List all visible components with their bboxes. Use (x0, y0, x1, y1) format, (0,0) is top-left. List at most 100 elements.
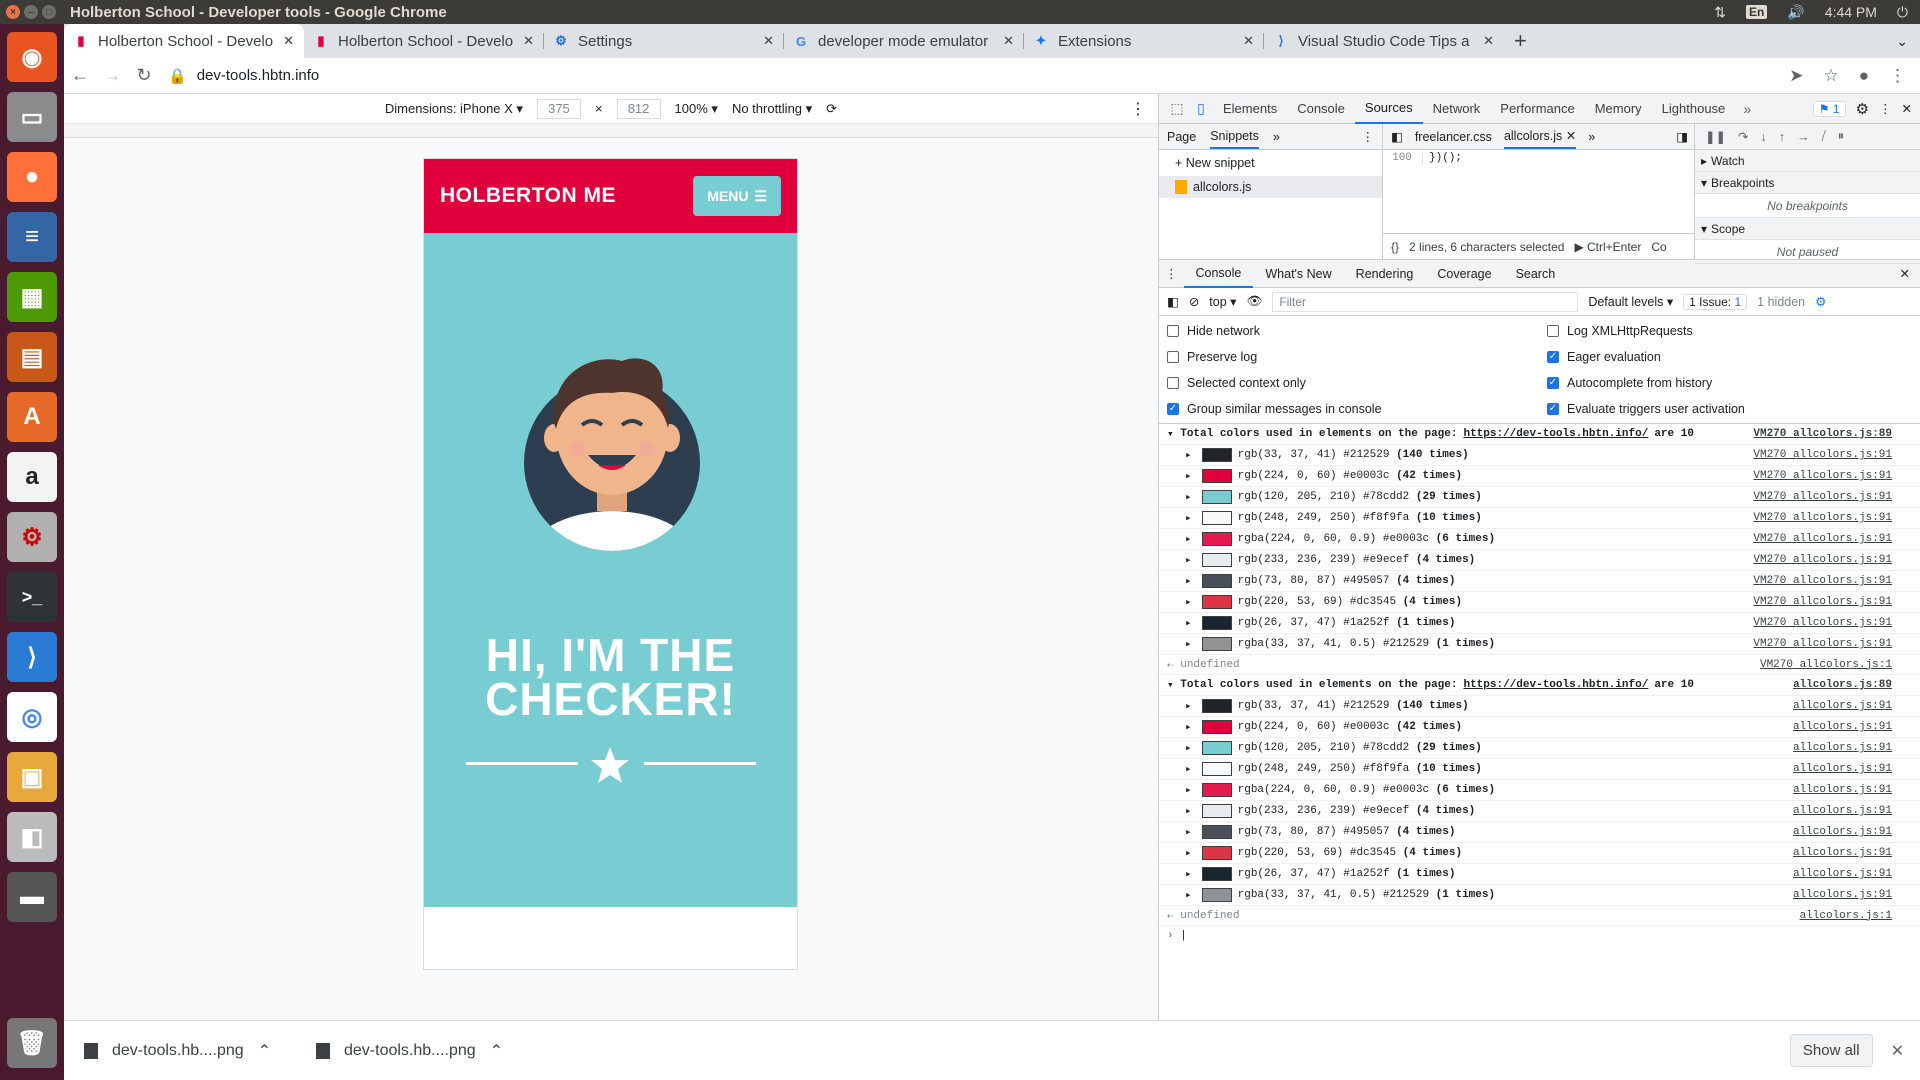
color-log-row[interactable]: ▸ rgba(224, 0, 60, 0.9) #e0003c (6 times)… (1159, 529, 1920, 550)
close-drawer-icon[interactable]: ✕ (1900, 266, 1910, 281)
system-settings-icon[interactable]: ⚙ (7, 512, 57, 562)
expand-arrow-icon[interactable]: ▸ (1185, 762, 1192, 776)
editor-tab-freelancer[interactable]: freelancer.css (1415, 130, 1492, 144)
expand-arrow-icon[interactable]: ▸ (1185, 699, 1192, 713)
firefox-icon[interactable]: ● (7, 152, 57, 202)
color-log-row[interactable]: ▸ rgb(224, 0, 60) #e0003c (42 times) allco… (1159, 717, 1920, 738)
expand-arrow-icon[interactable]: ▾ (1167, 678, 1180, 692)
source-link[interactable]: VM270 allcolors.js:91 (1753, 638, 1892, 650)
console-group-header[interactable]: ▾ Total colors used in elements on the p… (1159, 424, 1920, 445)
live-expression-icon[interactable]: 👁 (1246, 294, 1262, 309)
screenshot-icon[interactable]: ◧ (7, 812, 57, 862)
tab-elements[interactable]: Elements (1213, 94, 1287, 124)
tab-holberton-1[interactable]: ▮ Holberton School - Develo ✕ (64, 24, 304, 58)
new-snippet-button[interactable]: + New snippet (1159, 150, 1382, 176)
reload-icon[interactable]: ↻ (128, 65, 160, 86)
close-tab-icon[interactable]: ✕ (283, 33, 294, 49)
drawer-tab-whats-new[interactable]: What's New (1253, 260, 1343, 288)
context-select[interactable]: top ▾ (1209, 294, 1236, 309)
pause-on-exceptions-icon[interactable]: ⏸ (1838, 129, 1844, 144)
color-log-row[interactable]: ▸ rgb(33, 37, 41) #212529 (140 times) VM27… (1159, 445, 1920, 466)
source-link[interactable]: VM270 allcolors.js:1 (1760, 659, 1892, 671)
expand-arrow-icon[interactable]: ▸ (1185, 888, 1192, 902)
profile-icon[interactable]: ● (1859, 66, 1869, 86)
nav-menu-icon[interactable]: ⋮ (1362, 129, 1375, 144)
checkbox[interactable]: ✓ (1547, 402, 1559, 415)
drawer-tab-coverage[interactable]: Coverage (1425, 260, 1503, 288)
step-into-icon[interactable]: ↓ (1760, 130, 1766, 144)
source-link[interactable]: allcolors.js:89 (1793, 679, 1892, 691)
show-all-button[interactable]: Show all (1789, 1034, 1873, 1067)
more-editor-tabs-icon[interactable]: » (1588, 130, 1595, 144)
tab-extensions[interactable]: ✦ Extensions ✕ (1024, 24, 1264, 58)
drawer-tab-console[interactable]: Console (1183, 260, 1254, 288)
close-tab-icon[interactable]: ✕ (1243, 33, 1254, 49)
writer-icon[interactable]: ≡ (7, 212, 57, 262)
amazon-icon[interactable]: a (7, 452, 57, 502)
color-log-row[interactable]: ▸ rgba(224, 0, 60, 0.9) #e0003c (6 times)… (1159, 780, 1920, 801)
device-toolbar-icon[interactable]: ▯ (1189, 100, 1213, 117)
drawer-menu-icon[interactable]: ⋮ (1165, 266, 1178, 281)
console-settings-icon[interactable]: ⚙ (1815, 294, 1826, 309)
checkbox[interactable] (1167, 324, 1179, 337)
site-brand[interactable]: HOLBERTON ME (440, 184, 616, 208)
pause-icon[interactable]: ❚❚ (1705, 129, 1726, 144)
bookmark-star-icon[interactable]: ☆ (1823, 66, 1838, 86)
clock[interactable]: 4:44 PM (1825, 4, 1877, 20)
color-log-row[interactable]: ▸ rgb(233, 236, 239) #e9ecef (4 times) all… (1159, 801, 1920, 822)
expand-arrow-icon[interactable]: ▸ (1185, 490, 1192, 504)
volume-icon[interactable]: 🔊 (1787, 4, 1804, 21)
checkbox[interactable] (1167, 350, 1179, 363)
inspect-element-icon[interactable]: ⬚ (1165, 100, 1189, 117)
expand-arrow-icon[interactable]: ▾ (1167, 427, 1180, 441)
download-item[interactable]: dev-tools.hb....png ⌃ (296, 1041, 528, 1061)
back-icon[interactable]: ← (64, 65, 96, 86)
expand-arrow-icon[interactable]: ▸ (1185, 616, 1192, 630)
console-option[interactable]: Preserve log (1167, 348, 1547, 365)
source-link[interactable]: allcolors.js:91 (1793, 742, 1892, 754)
drive-icon[interactable]: ▬ (7, 872, 57, 922)
console-option[interactable]: ✓ Eager evaluation (1547, 348, 1912, 365)
source-link[interactable]: allcolors.js:91 (1793, 784, 1892, 796)
source-link[interactable]: allcolors.js:91 (1793, 805, 1892, 817)
rotate-icon[interactable]: ⟳ (826, 101, 837, 117)
expand-arrow-icon[interactable]: ▸ (1185, 804, 1192, 818)
nav-tab-snippets[interactable]: Snippets (1210, 125, 1259, 149)
tab-search-icon[interactable]: ⌄ (1896, 24, 1908, 58)
source-link[interactable]: allcolors.js:91 (1793, 889, 1892, 901)
settings-gear-icon[interactable]: ⚙ (1856, 100, 1869, 118)
tab-holberton-2[interactable]: ▮ Holberton School - Develo ✕ (304, 24, 544, 58)
chrome-menu-icon[interactable]: ⋮ (1889, 66, 1906, 86)
console-prompt[interactable]: › | (1159, 926, 1920, 946)
source-link[interactable]: allcolors.js:91 (1793, 763, 1892, 775)
source-link[interactable]: VM270 allcolors.js:91 (1753, 617, 1892, 629)
color-log-row[interactable]: ▸ rgb(220, 53, 69) #dc3545 (4 times) VM270… (1159, 592, 1920, 613)
source-link[interactable]: VM270 allcolors.js:91 (1753, 596, 1892, 608)
tab-google-search[interactable]: G developer mode emulator ✕ (784, 24, 1024, 58)
files-icon[interactable]: ▭ (7, 92, 57, 142)
color-log-row[interactable]: ▸ rgb(120, 205, 210) #78cdd2 (29 times) al… (1159, 738, 1920, 759)
chevron-up-icon[interactable]: ⌃ (258, 1041, 271, 1061)
vscode-icon[interactable]: ⟩ (7, 632, 57, 682)
page-url-link[interactable]: https://dev-tools.hbtn.info/ (1463, 428, 1648, 440)
close-tab-icon[interactable]: ✕ (523, 33, 534, 49)
toggle-debugger-icon[interactable]: ◨ (1676, 129, 1688, 144)
close-tab-icon[interactable]: ✕ (1483, 33, 1494, 49)
device-select[interactable]: Dimensions: iPhone X ▾ (385, 101, 523, 117)
code-line[interactable]: 100 })(); (1383, 150, 1694, 166)
color-log-row[interactable]: ▸ rgb(220, 53, 69) #dc3545 (4 times) allco… (1159, 843, 1920, 864)
zoom-select[interactable]: 100% ▾ (675, 101, 718, 117)
more-tabs-icon[interactable]: » (1735, 101, 1759, 117)
tab-memory[interactable]: Memory (1585, 94, 1652, 124)
checkbox[interactable] (1547, 324, 1559, 337)
console-option[interactable]: Log XMLHttpRequests (1547, 322, 1912, 339)
console-option[interactable]: ✓ Group similar messages in console (1167, 400, 1547, 417)
chevron-up-icon[interactable]: ⌃ (490, 1041, 503, 1061)
trash-icon[interactable]: 🗑 (7, 1018, 57, 1068)
color-log-row[interactable]: ▸ rgb(224, 0, 60) #e0003c (42 times) VM270… (1159, 466, 1920, 487)
watch-section[interactable]: ▸ Watch (1695, 150, 1920, 172)
source-link[interactable]: allcolors.js:91 (1793, 826, 1892, 838)
issue-counter[interactable]: 1 Issue: 1 (1683, 293, 1748, 310)
color-log-row[interactable]: ▸ rgba(33, 37, 41, 0.5) #212529 (1 times)… (1159, 634, 1920, 655)
media-query-ruler[interactable] (64, 124, 1158, 138)
